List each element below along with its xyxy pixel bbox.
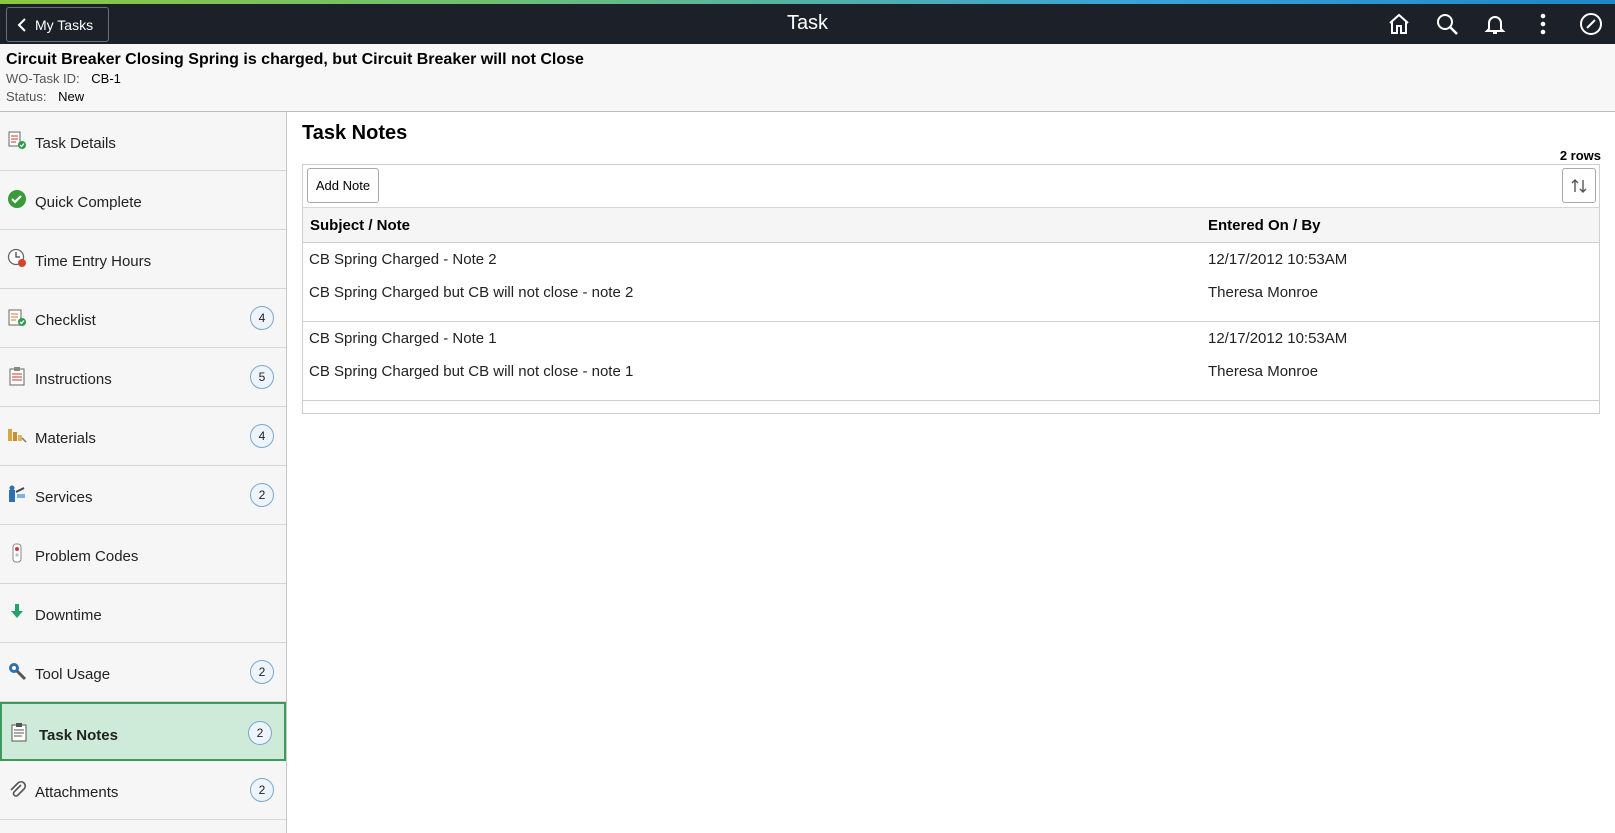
table-row[interactable]: CB Spring Charged - Note 2 CB Spring Cha… xyxy=(303,243,1599,322)
app-banner: My Tasks Task xyxy=(0,4,1615,44)
compass-icon[interactable] xyxy=(1577,10,1605,38)
page-title: Task xyxy=(786,12,829,34)
arrow-down-icon xyxy=(7,602,27,622)
task-details-icon xyxy=(7,130,27,150)
row-count: 2 rows xyxy=(1559,148,1601,163)
wrench-gear-icon xyxy=(7,661,27,681)
paperclip-icon xyxy=(7,779,27,799)
sidebar-item-label: Task Details xyxy=(35,135,116,152)
sidebar: Task Details Quick Complete Time Entry H… xyxy=(0,112,287,833)
sidebar-item-time-entry-hours[interactable]: Time Entry Hours xyxy=(0,230,286,289)
sidebar-item-label: Checklist xyxy=(35,312,96,329)
count-badge: 4 xyxy=(250,306,274,330)
main-content: Task Notes 2 rows Add Note Subject / Not… xyxy=(288,112,1615,833)
sidebar-item-label: Task Notes xyxy=(39,727,118,744)
task-id-row: WO-Task ID: CB-1 xyxy=(6,71,121,86)
status-label: Status: xyxy=(6,89,47,104)
clock-icon xyxy=(7,248,27,268)
note-subject: CB Spring Charged - Note 1 xyxy=(309,330,497,347)
chevron-left-icon xyxy=(17,17,26,32)
sidebar-item-label: Problem Codes xyxy=(35,548,139,565)
services-icon xyxy=(7,484,27,504)
count-badge: 2 xyxy=(250,778,274,802)
notes-grid: Add Note Subject / Note Entered On / By … xyxy=(302,164,1600,414)
note-text: CB Spring Charged but CB will not close … xyxy=(309,284,634,301)
note-author: Theresa Monroe xyxy=(1208,284,1319,301)
checklist-icon xyxy=(7,307,27,327)
count-badge: 4 xyxy=(250,424,274,448)
column-header-subject: Subject / Note xyxy=(310,217,411,234)
sidebar-item-materials[interactable]: Materials 4 xyxy=(0,407,286,466)
sidebar-item-task-notes[interactable]: Task Notes 2 xyxy=(0,702,286,761)
count-badge: 2 xyxy=(250,660,274,684)
clipboard-icon xyxy=(7,366,27,386)
sidebar-item-label: Attachments xyxy=(35,784,119,801)
status-value: New xyxy=(58,89,85,104)
traffic-light-icon xyxy=(7,543,27,563)
count-badge: 2 xyxy=(248,721,272,745)
sidebar-item-label: Materials xyxy=(35,430,96,447)
sidebar-item-task-details[interactable]: Task Details xyxy=(0,112,286,171)
notes-icon xyxy=(9,722,29,742)
grid-toolbar: Add Note xyxy=(303,165,1599,208)
sidebar-item-label: Services xyxy=(35,489,93,506)
column-header-entered: Entered On / By xyxy=(1208,217,1321,234)
add-note-button[interactable]: Add Note xyxy=(307,168,379,203)
sidebar-item-label: Quick Complete xyxy=(35,194,142,211)
status-row: Status: New xyxy=(6,89,84,104)
count-badge: 5 xyxy=(250,365,274,389)
table-header: Subject / Note Entered On / By xyxy=(303,208,1599,243)
banner-actions xyxy=(1385,10,1605,38)
sidebar-item-label: Downtime xyxy=(35,607,102,624)
search-icon[interactable] xyxy=(1433,10,1461,38)
bell-icon[interactable] xyxy=(1481,10,1509,38)
materials-icon xyxy=(7,425,27,445)
back-button[interactable]: My Tasks xyxy=(6,7,109,42)
note-date: 12/17/2012 10:53AM xyxy=(1208,251,1348,268)
note-subject: CB Spring Charged - Note 2 xyxy=(309,251,497,268)
check-circle-icon xyxy=(7,189,27,209)
note-author: Theresa Monroe xyxy=(1208,363,1319,380)
sidebar-item-label: Time Entry Hours xyxy=(35,253,152,270)
sidebar-item-label: Tool Usage xyxy=(35,666,111,683)
sidebar-item-tool-usage[interactable]: Tool Usage 2 xyxy=(0,643,286,702)
task-id-value: CB-1 xyxy=(91,71,121,86)
home-icon[interactable] xyxy=(1385,10,1413,38)
sidebar-item-label: Instructions xyxy=(35,371,112,388)
sidebar-item-quick-complete[interactable]: Quick Complete xyxy=(0,171,286,230)
task-header: Circuit Breaker Closing Spring is charge… xyxy=(0,44,1615,112)
section-title: Task Notes xyxy=(302,122,408,144)
note-text: CB Spring Charged but CB will not close … xyxy=(309,363,634,380)
sort-icon xyxy=(1571,178,1587,193)
more-vertical-icon[interactable] xyxy=(1529,10,1557,38)
sidebar-item-attachments[interactable]: Attachments 2 xyxy=(0,761,286,820)
sidebar-item-instructions[interactable]: Instructions 5 xyxy=(0,348,286,407)
task-title: Circuit Breaker Closing Spring is charge… xyxy=(6,51,584,68)
sidebar-item-checklist[interactable]: Checklist 4 xyxy=(0,289,286,348)
sort-button[interactable] xyxy=(1562,168,1596,203)
note-date: 12/17/2012 10:53AM xyxy=(1208,330,1348,347)
task-id-label: WO-Task ID: xyxy=(6,71,80,86)
back-button-label: My Tasks xyxy=(35,16,94,33)
count-badge: 2 xyxy=(250,483,274,507)
table-row[interactable]: CB Spring Charged - Note 1 CB Spring Cha… xyxy=(303,322,1599,401)
sidebar-item-services[interactable]: Services 2 xyxy=(0,466,286,525)
sidebar-item-downtime[interactable]: Downtime xyxy=(0,584,286,643)
sidebar-item-problem-codes[interactable]: Problem Codes xyxy=(0,525,286,584)
